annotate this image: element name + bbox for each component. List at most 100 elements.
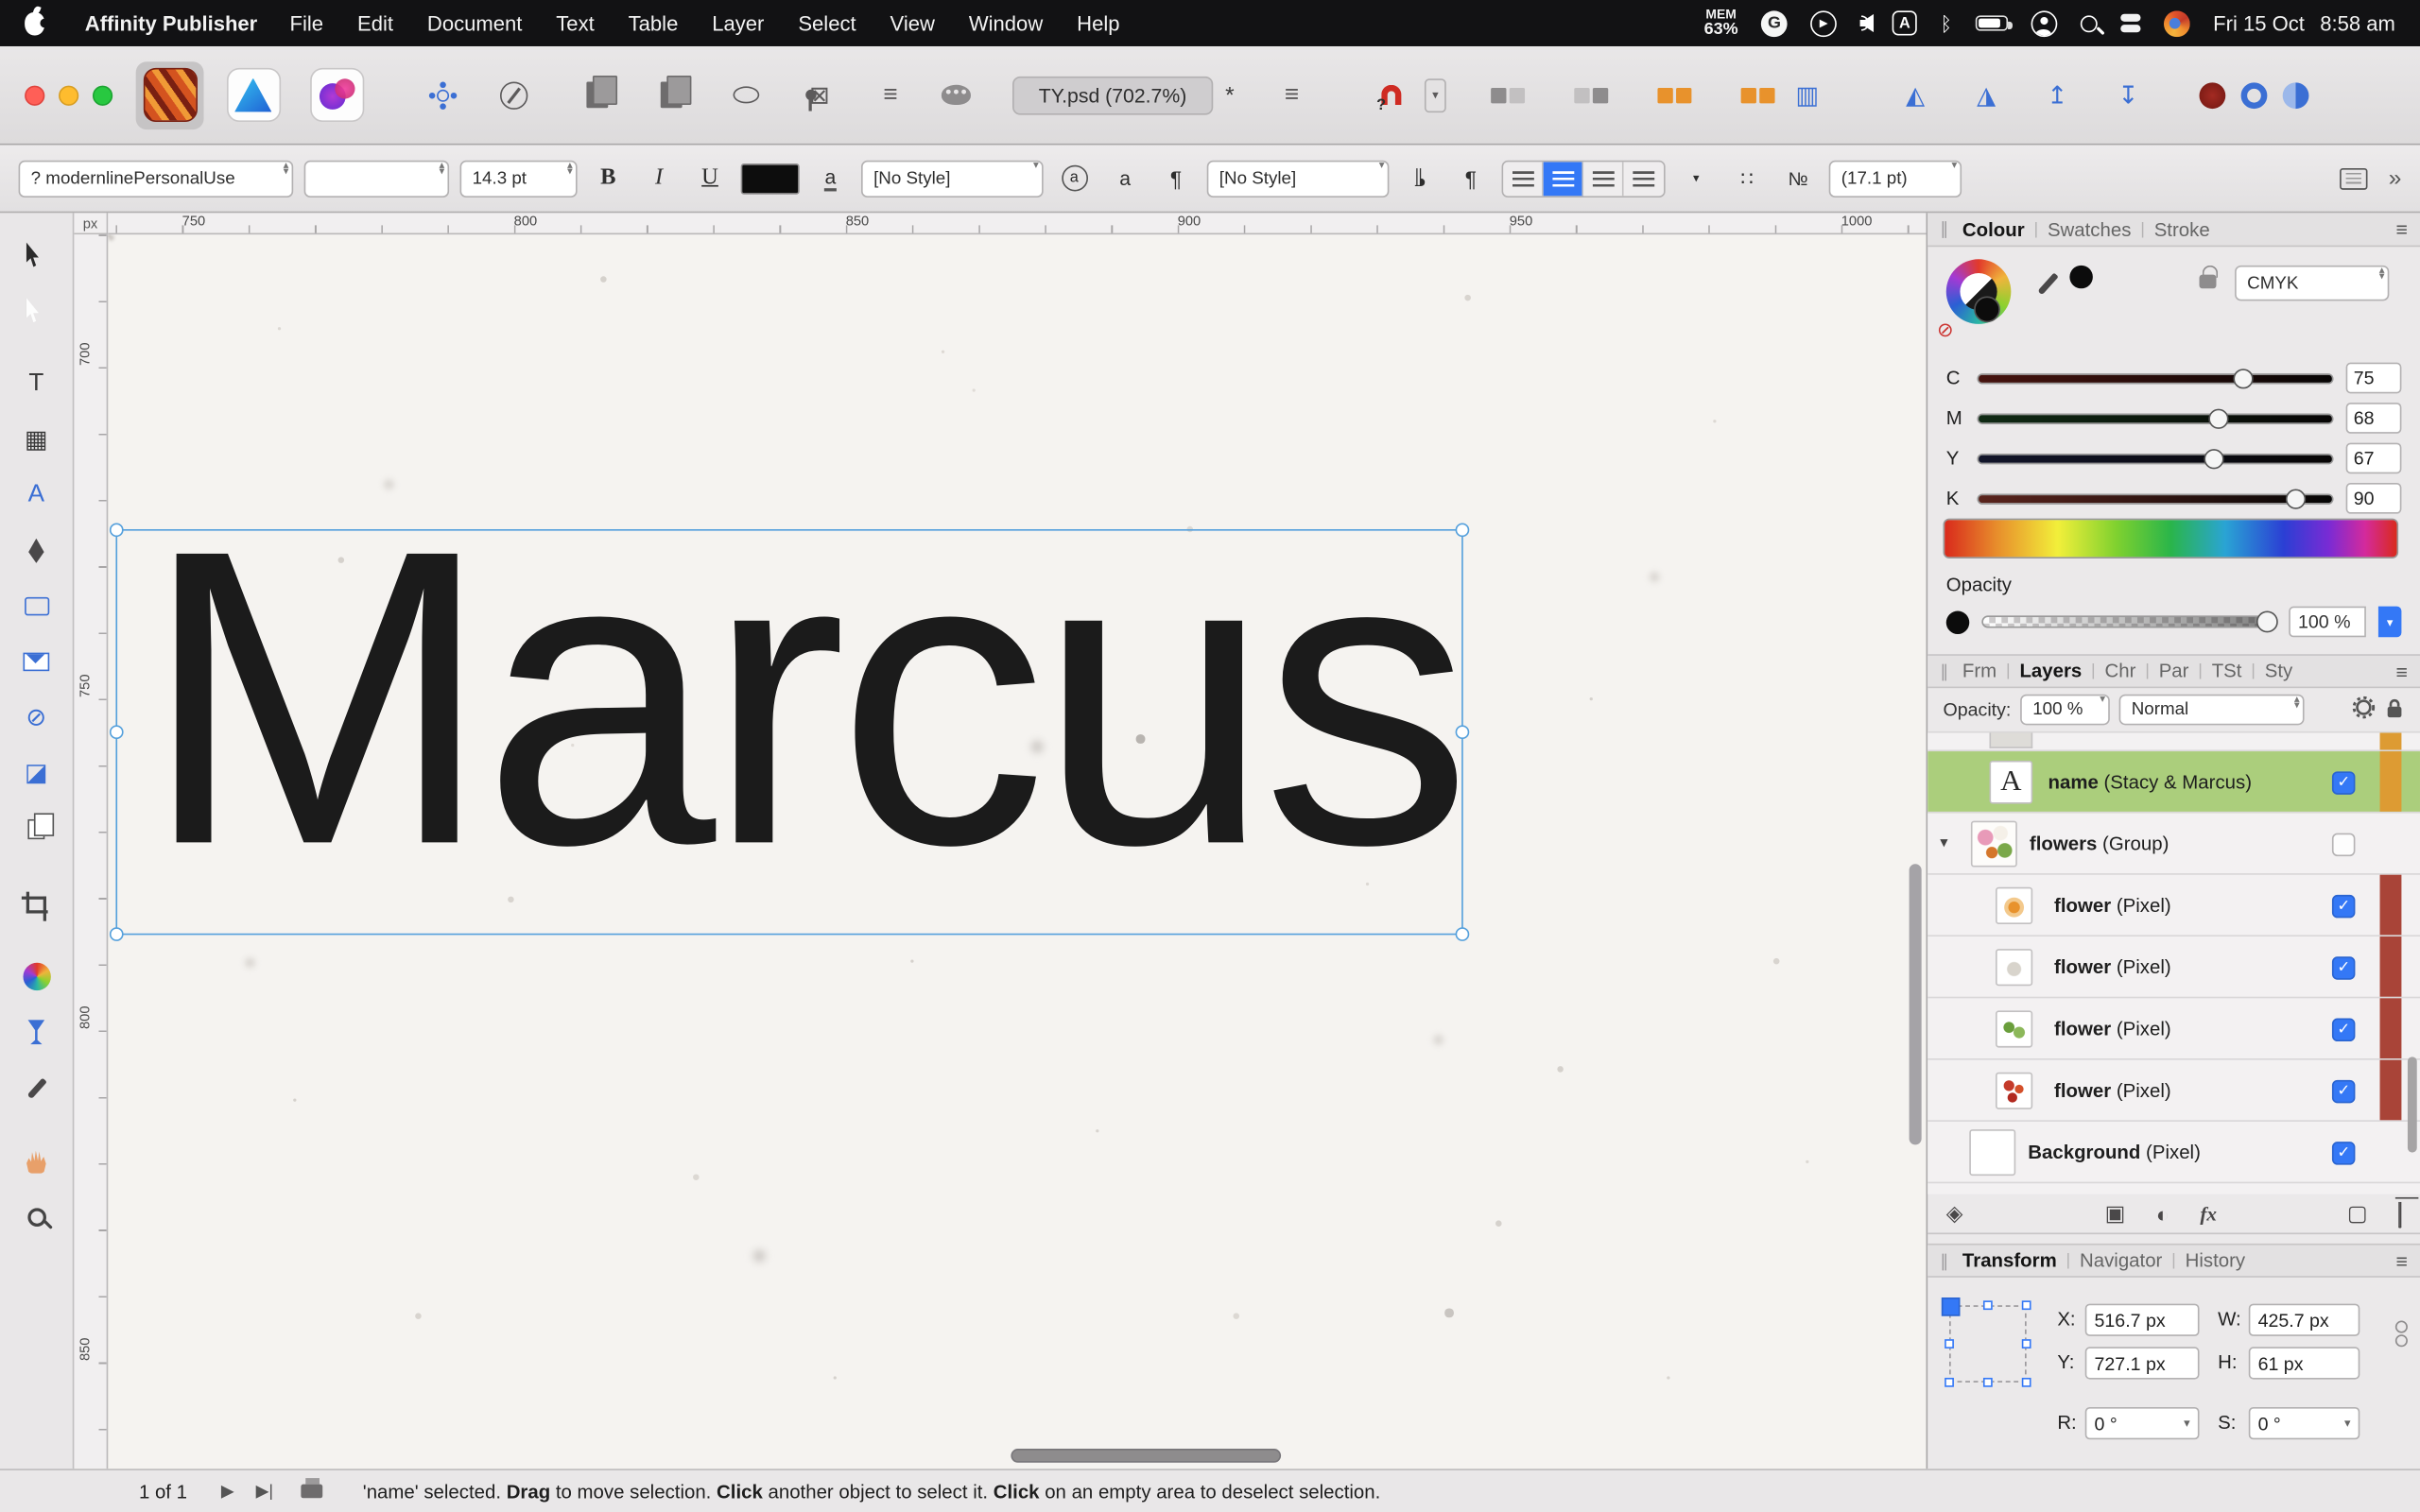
text-columns-button[interactable]: ▥: [1784, 75, 1830, 114]
flip-vertical-button[interactable]: ◮: [1963, 75, 2010, 114]
photo-persona-button[interactable]: [302, 60, 371, 129]
spread-button[interactable]: [648, 75, 695, 114]
layer-visibility-checkbox[interactable]: ✓: [2331, 1079, 2356, 1103]
move-tool[interactable]: [9, 234, 64, 274]
studio-tab-frm[interactable]: Frm: [1953, 661, 2006, 682]
delete-layer-icon[interactable]: [2398, 1201, 2402, 1228]
eyedropper-icon[interactable]: [2037, 272, 2059, 296]
text-flow-button[interactable]: ≡: [1269, 75, 1315, 114]
crop-tool[interactable]: [9, 883, 64, 922]
memory-status[interactable]: MEM 63%: [1704, 8, 1738, 39]
opacity-slider[interactable]: [1981, 610, 2278, 633]
frame-text-tool[interactable]: T: [9, 364, 64, 404]
ruler-units-label[interactable]: px: [74, 213, 109, 235]
apple-menu-icon[interactable]: [25, 11, 50, 35]
w-field[interactable]: [2248, 1303, 2360, 1336]
colour-model-dropdown[interactable]: CMYK ▴ ▾: [2235, 265, 2390, 301]
menu-view[interactable]: View: [873, 11, 952, 34]
current-colour-swatch[interactable]: [1974, 296, 2000, 323]
link-dimensions-icon[interactable]: [2394, 1320, 2408, 1348]
firefox-icon[interactable]: [2163, 9, 2190, 37]
typography-button[interactable]: a: [1054, 160, 1094, 197]
channel-value-field[interactable]: [2345, 483, 2402, 514]
publisher-persona-button[interactable]: [135, 60, 204, 129]
layer-row-flowers[interactable]: ▾ flowers (Group): [1927, 813, 2420, 875]
stepper-icon[interactable]: ▴ ▾: [439, 162, 444, 178]
layer-row-flower[interactable]: flower (Pixel) ✓: [1927, 936, 2420, 999]
spotlight-search-icon[interactable]: [2080, 14, 2098, 32]
layer-row-name[interactable]: Aname (Stacy & Marcus) ✓: [1927, 751, 2420, 814]
font-variant-field[interactable]: ▴ ▾: [303, 159, 450, 198]
picture-frame-tool[interactable]: [9, 642, 64, 681]
layer-lock-icon[interactable]: [2384, 696, 2404, 723]
text-colour-swatch[interactable]: [740, 163, 800, 194]
node-tool[interactable]: [9, 290, 64, 330]
layer-row-flower[interactable]: flower (Pixel) ✓: [1927, 1059, 2420, 1122]
bold-button[interactable]: B: [588, 160, 628, 197]
menu-text[interactable]: Text: [539, 11, 611, 34]
colour-picker-tool[interactable]: [9, 1068, 64, 1108]
text-direction-button[interactable]: ¶: [1400, 160, 1440, 197]
layer-name[interactable]: flower (Pixel): [2054, 936, 2171, 998]
rectangle-tool[interactable]: [9, 586, 64, 626]
move-forward-button[interactable]: ↥: [2034, 75, 2081, 114]
layer-thumbnail[interactable]: [1996, 948, 2033, 986]
artistic-text-tool[interactable]: A: [9, 475, 64, 515]
studio-tab-par[interactable]: Par: [2150, 661, 2198, 682]
x-field[interactable]: [2084, 1303, 2200, 1336]
blend-mode-dropdown[interactable]: Normal ▴ ▾: [2118, 694, 2305, 726]
layer-visibility-checkbox[interactable]: ✓: [2331, 1141, 2356, 1164]
alignment-options-button[interactable]: [1485, 75, 1531, 114]
paragraph-panel-button[interactable]: a: [1105, 160, 1145, 197]
blend-options-icon[interactable]: [2352, 696, 2376, 723]
page-indicator[interactable]: 1 of 1: [139, 1481, 187, 1503]
panel-menu-icon[interactable]: ≡: [2396, 660, 2408, 682]
horizontal-scrollbar[interactable]: [1011, 1449, 1282, 1463]
menu-window[interactable]: Window: [952, 11, 1060, 34]
layer-name[interactable]: name (Stacy & Marcus): [2048, 751, 2252, 813]
align-center-button[interactable]: [1543, 161, 1584, 196]
palette-button[interactable]: [932, 75, 978, 114]
menu-select[interactable]: Select: [781, 11, 873, 34]
document-canvas[interactable]: Marcus: [108, 234, 1927, 1469]
menu-table[interactable]: Table: [612, 11, 696, 34]
grammarly-icon[interactable]: G: [1761, 9, 1788, 37]
layer-colour-tag[interactable]: [2379, 732, 2402, 750]
channel-slider[interactable]: [1977, 488, 2334, 508]
layers-scrollbar[interactable]: [2407, 1057, 2417, 1153]
alignment-options-dropdown[interactable]: ▾: [1676, 160, 1716, 197]
layer-name[interactable]: flower (Pixel): [2054, 1060, 2171, 1122]
selection-handle[interactable]: [109, 927, 124, 941]
text-ruler-button[interactable]: ≡: [868, 75, 914, 114]
layer-row-flower[interactable]: flower (Pixel) ✓: [1927, 998, 2420, 1060]
opacity-value-field[interactable]: 100 %: [2289, 606, 2366, 638]
studio-tab-tst[interactable]: TSt: [2203, 661, 2251, 682]
last-page-button[interactable]: ▶|: [256, 1481, 273, 1502]
align-right-button[interactable]: [1583, 161, 1624, 196]
channel-value-field[interactable]: [2345, 442, 2402, 474]
place-image-tool[interactable]: ◪: [9, 753, 64, 793]
snapping-button[interactable]: ?: [1368, 75, 1414, 114]
arrange-front-button[interactable]: [1651, 75, 1698, 114]
layer-colour-tag[interactable]: [2379, 1059, 2402, 1121]
no-fill-icon[interactable]: ⊘: [1937, 318, 1954, 342]
stepper-icon[interactable]: ▴ ▾: [2294, 696, 2300, 712]
menu-file[interactable]: File: [273, 11, 340, 34]
y-field[interactable]: [2084, 1347, 2200, 1380]
channel-slider[interactable]: [1977, 448, 2334, 469]
user-account-icon[interactable]: [2031, 9, 2058, 37]
character-panel-button[interactable]: a: [810, 160, 850, 197]
pin-object-button[interactable]: [787, 75, 834, 114]
colour-tab-swatches[interactable]: Swatches: [2038, 218, 2140, 240]
view-tool[interactable]: [9, 1142, 64, 1181]
fill-colour-indicator[interactable]: [2199, 81, 2226, 109]
layer-name[interactable]: Background (Pixel): [2028, 1122, 2201, 1183]
arrange-back-button[interactable]: [1735, 75, 1781, 114]
channel-slider[interactable]: [1977, 368, 2334, 388]
panel-drag-handle[interactable]: ∥: [1940, 1250, 1948, 1271]
font-family-field[interactable]: ? modernlinePersonalUse ▴ ▾: [18, 159, 294, 198]
transform-tab-navigator[interactable]: Navigator: [2070, 1249, 2171, 1271]
paragraph-style-dropdown[interactable]: [No Style] ▾: [1206, 159, 1390, 198]
layer-visibility-checkbox[interactable]: [2331, 832, 2356, 856]
layer-colour-tag[interactable]: [2379, 936, 2402, 997]
